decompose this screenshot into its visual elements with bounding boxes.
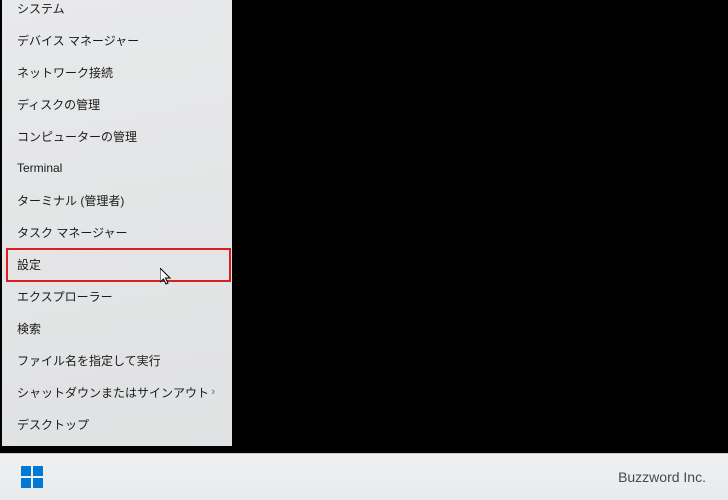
menu-item-label: エクスプローラー — [17, 288, 217, 305]
menu-item-label: ディスクの管理 — [17, 96, 217, 113]
menu-item-terminal-admin[interactable]: ターミナル (管理者) — [2, 184, 232, 216]
menu-item-terminal[interactable]: Terminal — [2, 152, 232, 184]
menu-item-device-manager[interactable]: デバイス マネージャー — [2, 24, 232, 56]
menu-item-system[interactable]: システム — [2, 0, 232, 24]
menu-item-label: デスクトップ — [17, 416, 217, 433]
menu-item-label: ネットワーク接続 — [17, 64, 217, 81]
menu-item-label: Terminal — [17, 161, 217, 175]
menu-item-task-manager[interactable]: タスク マネージャー — [2, 216, 232, 248]
menu-item-label: タスク マネージャー — [17, 224, 217, 241]
menu-item-shutdown-signout[interactable]: シャットダウンまたはサインアウト › — [2, 376, 232, 408]
menu-item-network-connections[interactable]: ネットワーク接続 — [2, 56, 232, 88]
taskbar: Buzzword Inc. — [0, 453, 728, 500]
menu-item-label: システム — [17, 0, 217, 17]
menu-item-search[interactable]: 検索 — [2, 312, 232, 344]
menu-item-settings[interactable]: 設定 — [2, 248, 232, 280]
taskbar-attribution: Buzzword Inc. — [618, 453, 706, 500]
menu-item-label: シャットダウンまたはサインアウト — [17, 384, 211, 401]
menu-item-disk-management[interactable]: ディスクの管理 — [2, 88, 232, 120]
menu-item-label: ターミナル (管理者) — [17, 192, 217, 209]
menu-item-label: ファイル名を指定して実行 — [17, 352, 217, 369]
start-button[interactable] — [12, 457, 52, 497]
chevron-right-icon: › — [211, 386, 215, 398]
menu-item-label: デバイス マネージャー — [17, 32, 217, 49]
menu-item-label: 検索 — [17, 320, 217, 337]
menu-item-run[interactable]: ファイル名を指定して実行 — [2, 344, 232, 376]
menu-item-desktop[interactable]: デスクトップ — [2, 408, 232, 440]
menu-item-computer-management[interactable]: コンピューターの管理 — [2, 120, 232, 152]
menu-item-explorer[interactable]: エクスプローラー — [2, 280, 232, 312]
windows-logo-icon — [21, 466, 43, 488]
menu-item-label: コンピューターの管理 — [17, 128, 217, 145]
menu-item-label: 設定 — [17, 256, 217, 273]
winx-context-menu: システム デバイス マネージャー ネットワーク接続 ディスクの管理 コンピュータ… — [2, 0, 232, 446]
